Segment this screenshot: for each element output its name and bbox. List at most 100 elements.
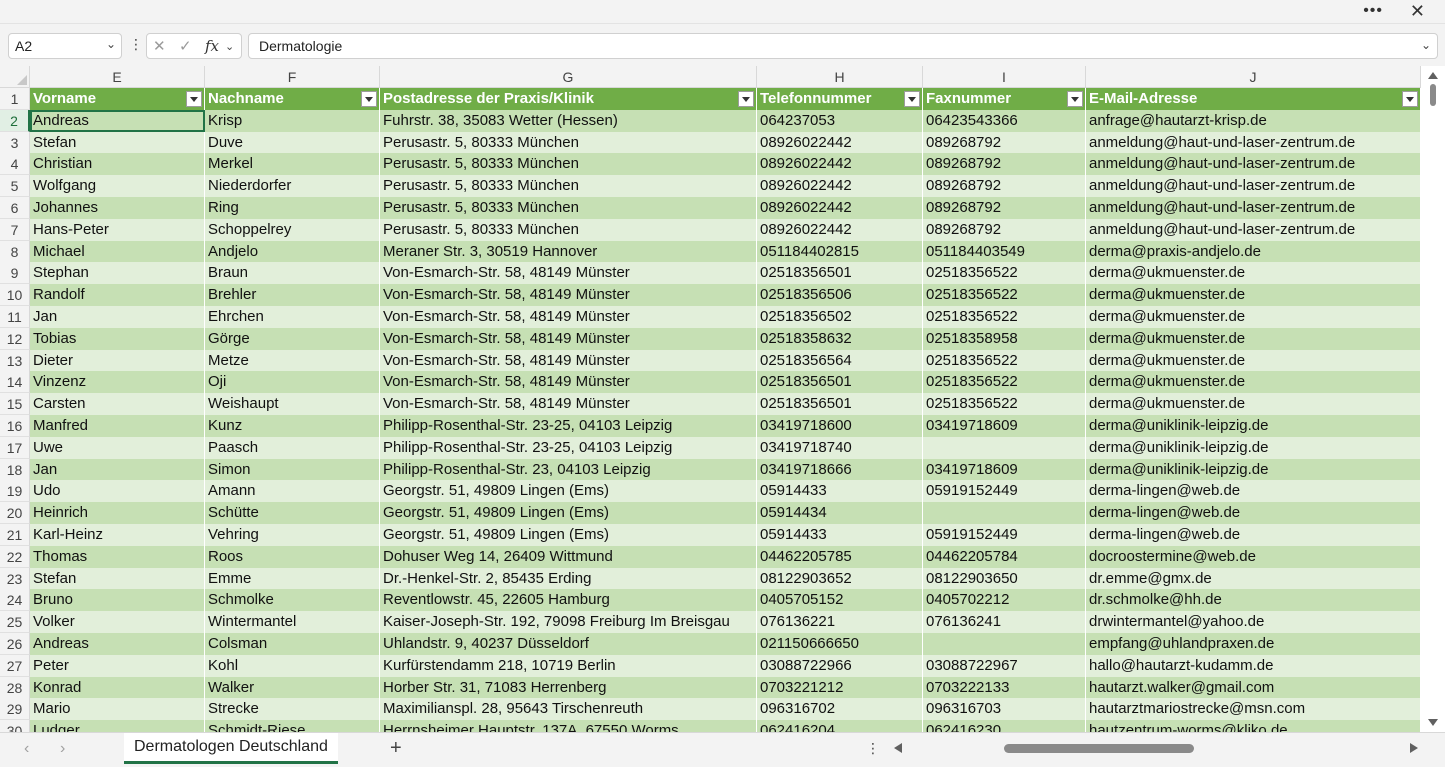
chevron-down-icon[interactable]: ⌄ (106, 37, 116, 51)
table-cell[interactable]: 076136241 (923, 611, 1086, 634)
expand-formula-icon[interactable]: ⌄ (1421, 38, 1431, 52)
table-cell[interactable]: Johannes (30, 197, 205, 219)
chevron-down-icon[interactable]: ⌄ (225, 40, 234, 53)
table-cell[interactable]: Von-Esmarch-Str. 58, 48149 Münster (380, 306, 757, 328)
table-cell[interactable]: 051184403549 (923, 240, 1086, 263)
table-cell[interactable]: 0405705152 (757, 589, 923, 612)
table-cell[interactable]: 08926022442 (757, 175, 923, 198)
table-cell[interactable]: derma@ukmuenster.de (1086, 327, 1421, 350)
table-cell[interactable]: anmeldung@haut-und-laser-zentrum.de (1086, 175, 1421, 198)
table-cell[interactable]: Reventlowstr. 45, 22605 Hamburg (380, 589, 757, 612)
table-cell[interactable]: 04462205785 (757, 545, 923, 568)
table-cell[interactable]: 02518356501 (757, 393, 923, 416)
table-cell[interactable]: Uhlandstr. 9, 40237 Düsseldorf (380, 633, 757, 655)
table-cell[interactable]: 06423543366 (923, 109, 1086, 132)
table-cell[interactable]: Walker (205, 676, 380, 699)
table-cell[interactable]: Kurfürstendamm 218, 10719 Berlin (380, 654, 757, 677)
table-cell[interactable]: 021150666650 (757, 633, 923, 655)
table-cell[interactable]: Stefan (30, 131, 205, 154)
table-cell[interactable]: 05914433 (757, 524, 923, 546)
formula-bar-grip-icon[interactable]: ⋮ (129, 36, 143, 53)
table-cell[interactable]: Hans-Peter (30, 218, 205, 241)
row-header[interactable]: 30 (0, 720, 30, 732)
table-cell[interactable]: 02518356522 (923, 284, 1086, 307)
table-cell[interactable]: Perusastr. 5, 80333 München (380, 153, 757, 176)
table-cell[interactable]: Mario (30, 698, 205, 721)
table-cell[interactable]: 02518356522 (923, 306, 1086, 328)
table-cell[interactable]: Dohuser Weg 14, 26409 Wittmund (380, 545, 757, 568)
table-cell[interactable]: Andreas (30, 633, 205, 655)
table-cell[interactable]: Von-Esmarch-Str. 58, 48149 Münster (380, 349, 757, 372)
scroll-right-icon[interactable] (1410, 743, 1418, 753)
filter-dropdown-icon[interactable] (186, 91, 202, 107)
tab-options-icon[interactable]: ⋮ (866, 740, 880, 757)
table-cell[interactable]: hautzentrum-worms@kliko.de (1086, 720, 1421, 732)
row-header[interactable]: 1 (0, 88, 30, 110)
filter-dropdown-icon[interactable] (1067, 91, 1083, 107)
table-cell[interactable]: Von-Esmarch-Str. 58, 48149 Münster (380, 262, 757, 285)
more-options-button[interactable]: ••• (1363, 2, 1383, 20)
table-cell[interactable]: Krisp (205, 109, 380, 132)
table-cell[interactable]: Randolf (30, 284, 205, 307)
table-cell[interactable]: Simon (205, 458, 380, 481)
table-cell[interactable]: 02518356501 (757, 371, 923, 394)
row-header[interactable]: 15 (0, 393, 30, 416)
table-header-cell[interactable]: E-Mail-Adresse (1086, 88, 1421, 110)
table-cell[interactable]: 05919152449 (923, 524, 1086, 546)
add-sheet-button[interactable]: + (390, 737, 402, 760)
table-cell[interactable]: derma@ukmuenster.de (1086, 393, 1421, 416)
row-header[interactable]: 7 (0, 218, 30, 241)
table-cell[interactable]: 064237053 (757, 109, 923, 132)
table-cell[interactable]: 05914433 (757, 480, 923, 503)
table-cell[interactable]: Volker (30, 611, 205, 634)
previous-sheet-icon[interactable]: ‹ (24, 740, 29, 758)
row-header[interactable]: 12 (0, 327, 30, 350)
vertical-scroll-thumb[interactable] (1430, 84, 1436, 106)
row-header[interactable]: 14 (0, 371, 30, 394)
column-header-i[interactable]: I (923, 66, 1086, 88)
table-cell[interactable]: Niederdorfer (205, 175, 380, 198)
table-cell[interactable]: 02518356564 (757, 349, 923, 372)
table-cell[interactable]: Amann (205, 480, 380, 503)
row-header[interactable]: 25 (0, 611, 30, 634)
row-header[interactable]: 18 (0, 458, 30, 481)
horizontal-scroll-thumb[interactable] (1004, 744, 1194, 753)
table-cell[interactable]: 0703222133 (923, 676, 1086, 699)
table-cell[interactable]: 089268792 (923, 153, 1086, 176)
table-header-cell[interactable]: Vorname (30, 88, 205, 110)
table-cell[interactable]: Metze (205, 349, 380, 372)
table-cell[interactable]: 089268792 (923, 218, 1086, 241)
row-header[interactable]: 19 (0, 480, 30, 503)
row-header[interactable]: 28 (0, 676, 30, 699)
table-header-cell[interactable]: Nachname (205, 88, 380, 110)
table-cell[interactable]: Von-Esmarch-Str. 58, 48149 Münster (380, 284, 757, 307)
table-cell[interactable]: hallo@hautarzt-kudamm.de (1086, 654, 1421, 677)
table-cell[interactable]: Philipp-Rosenthal-Str. 23-25, 04103 Leip… (380, 415, 757, 437)
select-all-button[interactable] (0, 66, 30, 88)
table-cell[interactable]: 02518356501 (757, 262, 923, 285)
row-header[interactable]: 24 (0, 589, 30, 612)
table-cell[interactable]: Brehler (205, 284, 380, 307)
column-header-g[interactable]: G (380, 66, 757, 88)
table-cell[interactable]: Michael (30, 240, 205, 263)
table-cell[interactable]: Strecke (205, 698, 380, 721)
formula-input[interactable]: Dermatologie ⌄ (248, 33, 1438, 59)
row-header[interactable]: 2 (0, 109, 30, 132)
table-cell[interactable]: Duve (205, 131, 380, 154)
table-cell[interactable]: 089268792 (923, 131, 1086, 154)
table-cell[interactable]: Herrnsheimer Hauptstr. 137A, 67550 Worms (380, 720, 757, 732)
table-cell[interactable]: Dr.-Henkel-Str. 2, 85435 Erding (380, 567, 757, 590)
scroll-left-icon[interactable] (894, 743, 902, 753)
table-cell[interactable]: Perusastr. 5, 80333 München (380, 197, 757, 219)
table-cell[interactable]: Dieter (30, 349, 205, 372)
table-cell[interactable]: anmeldung@haut-und-laser-zentrum.de (1086, 197, 1421, 219)
table-cell[interactable]: 03088722966 (757, 654, 923, 677)
name-box[interactable]: A2 ⌄ (8, 33, 122, 59)
table-cell[interactable]: dr.schmolke@hh.de (1086, 589, 1421, 612)
filter-dropdown-icon[interactable] (361, 91, 377, 107)
table-cell[interactable]: 02518356522 (923, 262, 1086, 285)
close-button[interactable]: ✕ (1410, 1, 1425, 22)
table-header-cell[interactable]: Faxnummer (923, 88, 1086, 110)
table-cell[interactable]: anmeldung@haut-und-laser-zentrum.de (1086, 218, 1421, 241)
table-cell[interactable]: 03419718600 (757, 415, 923, 437)
